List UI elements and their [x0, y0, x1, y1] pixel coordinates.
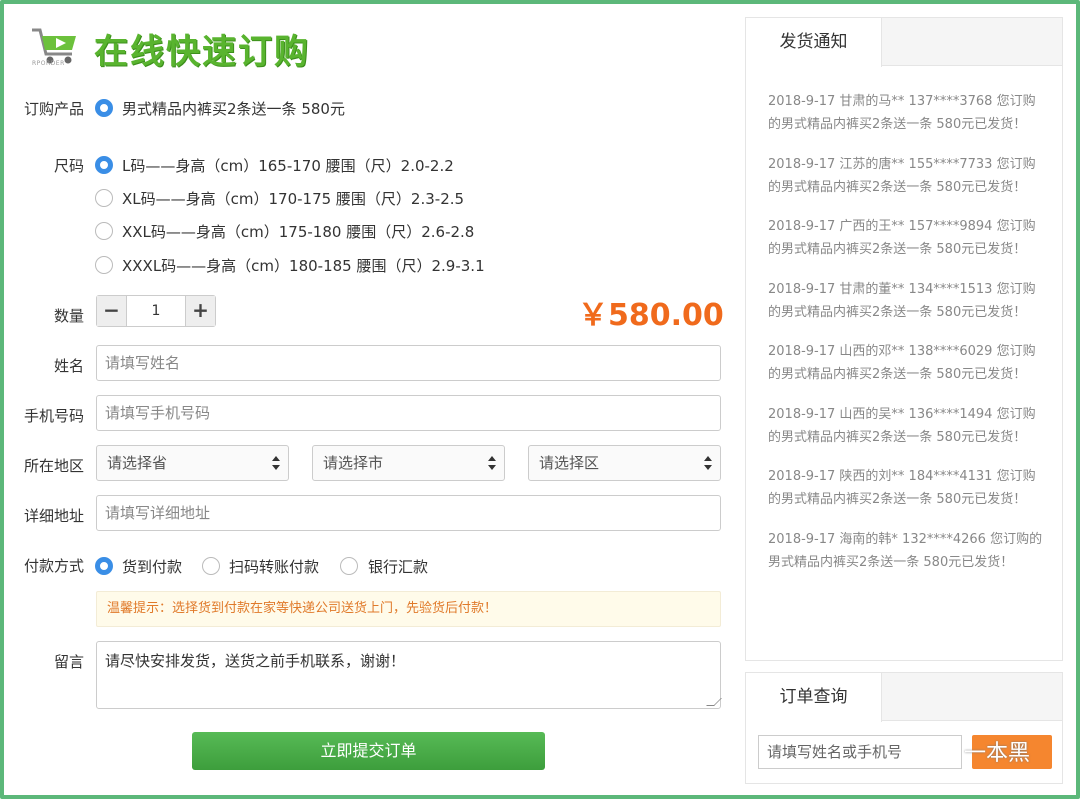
- product-option-label: 男式精品内裤买2条送一条 580元: [122, 100, 345, 118]
- name-input[interactable]: 请填写姓名: [96, 345, 721, 381]
- shipping-notice-panel: 发货通知 2018-9-17 甘肃的马** 137****3768 您订购的男式…: [745, 17, 1063, 661]
- payment-option-bank: 银行汇款: [368, 558, 429, 576]
- query-tabbar: 订单查询: [746, 673, 1062, 722]
- list-item: 2018-9-17 陕西的刘** 184****4131 您订购的男式精品内裤买…: [768, 469, 1036, 507]
- increment-button[interactable]: +: [185, 296, 215, 326]
- list-item: 2018-9-17 广西的王** 157****9894 您订购的男式精品内裤买…: [768, 219, 1036, 257]
- quantity-label: 数量: [53, 307, 84, 325]
- resize-handle-icon[interactable]: [706, 698, 722, 706]
- select-arrows-icon: [488, 455, 496, 471]
- tab-order-query[interactable]: 订单查询: [746, 673, 882, 722]
- phone-input[interactable]: 请填写手机号码: [96, 395, 721, 431]
- message-text: 请尽快安排发货，送货之前手机联系，谢谢！: [105, 652, 406, 670]
- list-item: 2018-9-17 江苏的唐** 155****7733 您订购的男式精品内裤买…: [768, 156, 1036, 195]
- city-select-value: 请选择市: [323, 454, 384, 472]
- size-radio-l[interactable]: [95, 156, 113, 174]
- product-radio-0[interactable]: [95, 99, 113, 117]
- product-label: 订购产品: [23, 100, 84, 118]
- size-label: 尺码: [53, 157, 84, 175]
- city-select[interactable]: 请选择市: [312, 445, 505, 481]
- quantity-stepper: − 1 +: [96, 295, 216, 327]
- payment-radio-qr[interactable]: [202, 557, 220, 575]
- page-title: 在线快速订购: [94, 32, 310, 72]
- logo: RPORDER 在线快速订购: [30, 22, 320, 72]
- payment-option-cod: 货到付款: [122, 558, 183, 576]
- size-radio-xxxl[interactable]: [95, 256, 113, 274]
- wechat-icon: [921, 738, 953, 761]
- address-label: 详细地址: [23, 507, 84, 525]
- list-item: 2018-9-17 山西的吴** 136****1494 您订购的男式精品内裤买…: [768, 406, 1036, 445]
- address-input[interactable]: 请填写详细地址: [96, 495, 721, 531]
- size-radio-xl[interactable]: [95, 189, 113, 207]
- province-select-value: 请选择省: [107, 454, 168, 472]
- size-option-xxxl: XXXL码——身高（cm）180-185 腰围（尺）2.9-3.1: [122, 257, 485, 275]
- size-option-xl: XL码——身高（cm）170-175 腰围（尺）2.3-2.5: [122, 190, 465, 208]
- payment-radio-bank[interactable]: [340, 557, 358, 575]
- province-select[interactable]: 请选择省: [96, 445, 289, 481]
- district-select-value: 请选择区: [539, 454, 600, 472]
- size-radio-xxl[interactable]: [95, 222, 113, 240]
- tab-shipping-notice[interactable]: 发货通知: [746, 18, 882, 67]
- region-label: 所在地区: [23, 457, 84, 475]
- list-item: 2018-9-17 海南的韩* 132****4266 您订购的男式精品内裤买2…: [768, 531, 1043, 570]
- logo-caption: RPORDER: [32, 60, 65, 67]
- watermark: 一本黑: [920, 733, 1050, 769]
- payment-label: 付款方式: [23, 557, 84, 575]
- district-select[interactable]: 请选择区: [528, 445, 721, 481]
- select-arrows-icon: [272, 455, 280, 471]
- message-textarea[interactable]: 请尽快安排发货，送货之前手机联系，谢谢！: [96, 641, 722, 709]
- submit-order-button[interactable]: 立即提交订单: [192, 732, 545, 770]
- total-price: ￥580.00: [578, 298, 724, 333]
- list-item: 2018-9-17 山西的邓** 138****6029 您订购的男式精品内裤买…: [768, 344, 1036, 382]
- list-item: 2018-9-17 甘肃的马** 137****3768 您订购的男式精品内裤买…: [768, 94, 1036, 132]
- notice-list: 2018-9-17 甘肃的马** 137****3768 您订购的男式精品内裤买…: [768, 90, 1048, 662]
- select-arrows-icon: [704, 455, 712, 471]
- payment-radio-cod[interactable]: [95, 557, 113, 575]
- quantity-input[interactable]: 1: [127, 296, 185, 326]
- size-option-l: L码——身高（cm）165-170 腰围（尺）2.0-2.2: [122, 157, 454, 175]
- phone-label: 手机号码: [23, 407, 84, 425]
- name-label: 姓名: [53, 357, 84, 375]
- notice-tabbar: 发货通知: [746, 18, 1062, 67]
- size-option-xxl: XXL码——身高（cm）175-180 腰围（尺）2.6-2.8: [122, 223, 475, 241]
- payment-tip: 温馨提示：选择货到付款在家等快递公司送货上门，先验货后付款！: [96, 591, 721, 627]
- payment-option-qr: 扫码转账付款: [229, 558, 320, 576]
- message-label: 留言: [53, 653, 84, 671]
- decrement-button[interactable]: −: [97, 296, 127, 326]
- watermark-text: 一本黑: [964, 741, 1031, 766]
- list-item: 2018-9-17 甘肃的董** 134****1513 您订购的男式精品内裤买…: [768, 281, 1036, 320]
